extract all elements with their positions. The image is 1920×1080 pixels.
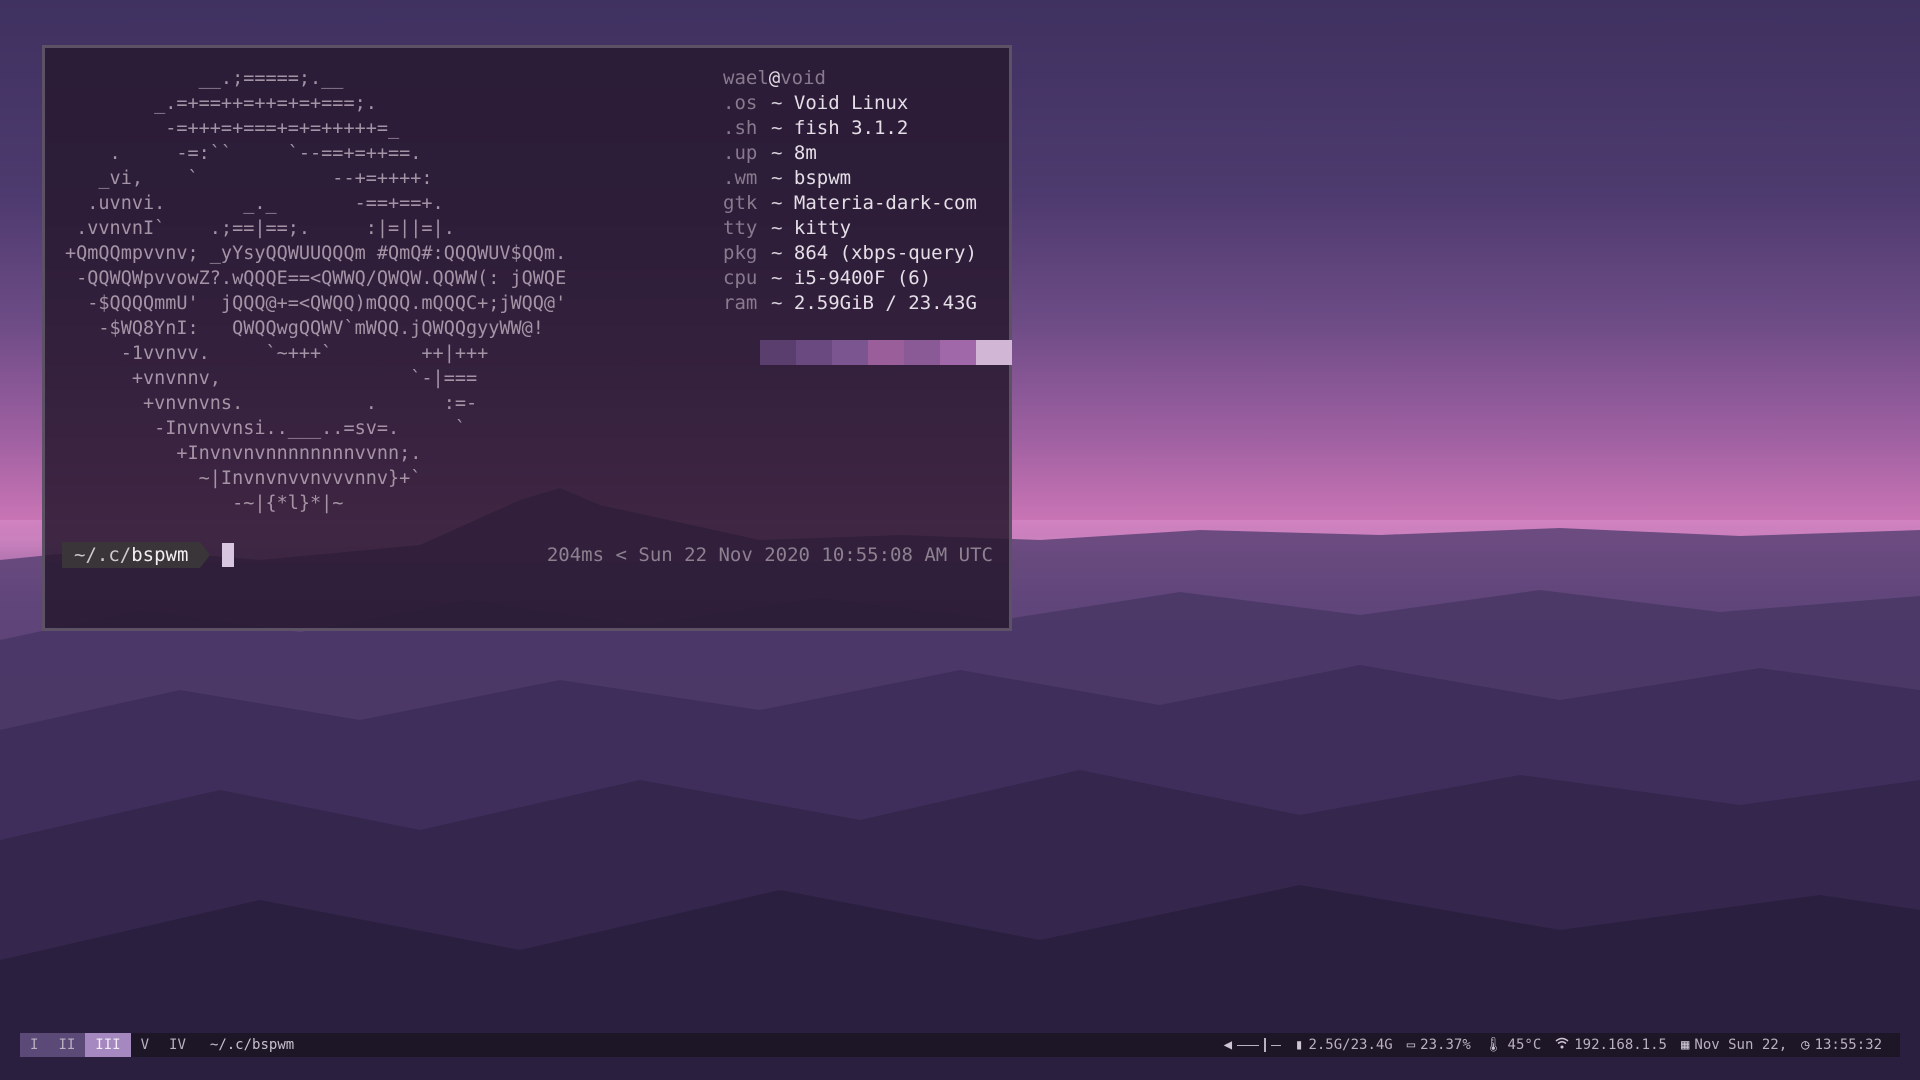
date-module[interactable]: ▦ Nov Sun 22, (1681, 1033, 1787, 1057)
time-value: 13:55:32 (1814, 1037, 1882, 1053)
prompt-arrow-icon (200, 542, 211, 568)
calendar-icon: ▦ (1680, 1037, 1690, 1053)
speaker-icon: ◀ (1223, 1037, 1232, 1053)
color-swatch-4 (904, 340, 940, 365)
info-row-pkg: pkg ~ 864 (xbps-query) (723, 241, 977, 266)
info-row-sh: .sh ~ fish 3.1.2 (723, 116, 977, 141)
volume-knob[interactable] (1264, 1038, 1266, 1052)
info-value: 2.59GiB / 23.43G (793, 292, 977, 314)
volume-module[interactable]: ◀ (1224, 1033, 1281, 1057)
volume-track-rest (1271, 1044, 1281, 1046)
info-value: Void Linux (793, 92, 909, 114)
info-separator: ~ (771, 217, 783, 239)
window-title: ~/.c/bspwm (209, 1037, 295, 1053)
info-value: fish 3.1.2 (793, 117, 909, 139)
info-value: 864 (xbps-query) (793, 242, 977, 264)
info-value: 8m (793, 142, 817, 164)
chevron-left-icon: < (615, 544, 627, 566)
status-modules: ◀ ▮ 2.5G/23.4G ▭ 23.37% 🌡 45°C 192.168.1.5 … (1224, 1033, 1900, 1057)
info-key: gtk (723, 192, 758, 214)
color-swatch-0 (760, 340, 796, 365)
clock-module[interactable]: ◷ 13:55:32 (1801, 1033, 1882, 1057)
workspace-i[interactable]: I (20, 1033, 49, 1057)
info-row-os: .os ~ Void Linux (723, 91, 977, 116)
info-key: cpu (723, 267, 758, 289)
info-row-tty: tty ~ kitty (723, 216, 977, 241)
info-key: ram (723, 292, 758, 314)
cpu-value: 23.37% (1420, 1037, 1471, 1053)
info-key: pkg (723, 242, 758, 264)
info-row-up: .up ~ 8m (723, 141, 977, 166)
volume-track (1237, 1044, 1259, 1046)
info-separator: ~ (771, 267, 783, 289)
monitor-icon: ▭ (1406, 1037, 1416, 1053)
color-swatch-6 (976, 340, 1012, 365)
workspace-iv[interactable]: IV (159, 1033, 196, 1057)
info-value: i5-9400F (6) (793, 267, 932, 289)
hostname: void (780, 67, 826, 89)
temperature-module: 🌡 45°C (1485, 1033, 1542, 1057)
prompt-cwd: bspwm (131, 544, 189, 566)
memory-value: 2.5G/23.4G (1308, 1037, 1393, 1053)
workspace-list: I II III V IV (20, 1033, 196, 1057)
info-row-wm: .wm ~ bspwm (723, 166, 977, 191)
command-duration: 204ms (546, 544, 605, 566)
color-swatch-5 (940, 340, 976, 365)
system-info: wael@void .os ~ Void Linux .sh ~ fish 3.1.2… (723, 66, 977, 316)
network-module: 192.168.1.5 (1555, 1033, 1667, 1057)
info-row-ram: ram ~ 2.59GiB / 23.43G (723, 291, 977, 316)
temperature-value: 45°C (1507, 1037, 1542, 1053)
memory-module: ▮ 2.5G/23.4G (1295, 1033, 1393, 1057)
info-separator: ~ (771, 142, 783, 164)
workspace-iii[interactable]: III (85, 1033, 131, 1057)
info-separator: ~ (771, 167, 783, 189)
terminal-window[interactable]: __.;=====;.__ _.=+==++=++=+=+===;. -=+++… (42, 45, 1012, 631)
info-separator: ~ (771, 292, 783, 314)
date-value: Nov Sun 22, (1694, 1037, 1788, 1053)
username: wael (723, 67, 769, 89)
user-host: wael@void (723, 66, 977, 91)
info-key: tty (723, 217, 758, 239)
workspace-v[interactable]: V (131, 1033, 159, 1057)
cpu-module: ▭ 23.37% (1407, 1033, 1471, 1057)
info-value: Materia-dark-com (793, 192, 977, 214)
thermometer-icon: 🌡 (1484, 1037, 1503, 1053)
prompt-path: ~/.c/bspwm (62, 542, 201, 568)
prompt-prefix: ~/.c/ (74, 544, 132, 566)
right-prompt: 204ms < Sun 22 Nov 2020 10:55:08 AM UTC (547, 542, 993, 568)
clock-icon: ◷ (1801, 1037, 1810, 1053)
status-bar: I II III V IV ~/.c/bspwm ◀ ▮ 2.5G/23.4G ▭ 23.3… (20, 1033, 1900, 1057)
info-separator: ~ (771, 242, 783, 264)
info-key: .sh (723, 117, 758, 139)
info-list: .os ~ Void Linux .sh ~ fish 3.1.2 .up ~ 8m .wm… (723, 91, 977, 316)
info-row-cpu: cpu ~ i5-9400F (6) (723, 266, 977, 291)
color-swatch-1 (796, 340, 832, 365)
at-sign: @ (768, 67, 781, 89)
info-key: .up (723, 142, 758, 164)
color-palette (760, 340, 1012, 365)
info-separator: ~ (771, 117, 783, 139)
text-cursor (222, 543, 235, 567)
shell-prompt[interactable]: ~/.c/bspwm (62, 542, 235, 568)
color-swatch-3 (868, 340, 904, 365)
info-value: bspwm (793, 167, 852, 189)
info-key: .wm (723, 167, 758, 189)
info-separator: ~ (771, 192, 783, 214)
ip-address: 192.168.1.5 (1574, 1037, 1667, 1053)
memory-icon: ▮ (1295, 1037, 1304, 1053)
info-value: kitty (793, 217, 852, 239)
prompt-datetime: Sun 22 Nov 2020 10:55:08 AM UTC (638, 544, 993, 566)
info-key: .os (723, 92, 758, 114)
info-separator: ~ (771, 92, 783, 114)
wifi-icon (1555, 1033, 1569, 1057)
color-swatch-2 (832, 340, 868, 365)
workspace-ii[interactable]: II (48, 1033, 86, 1057)
info-row-gtk: gtk ~ Materia-dark-com (723, 191, 977, 216)
ascii-logo: __.;=====;.__ _.=+==++=++=+=+===;. -=+++… (65, 68, 567, 514)
